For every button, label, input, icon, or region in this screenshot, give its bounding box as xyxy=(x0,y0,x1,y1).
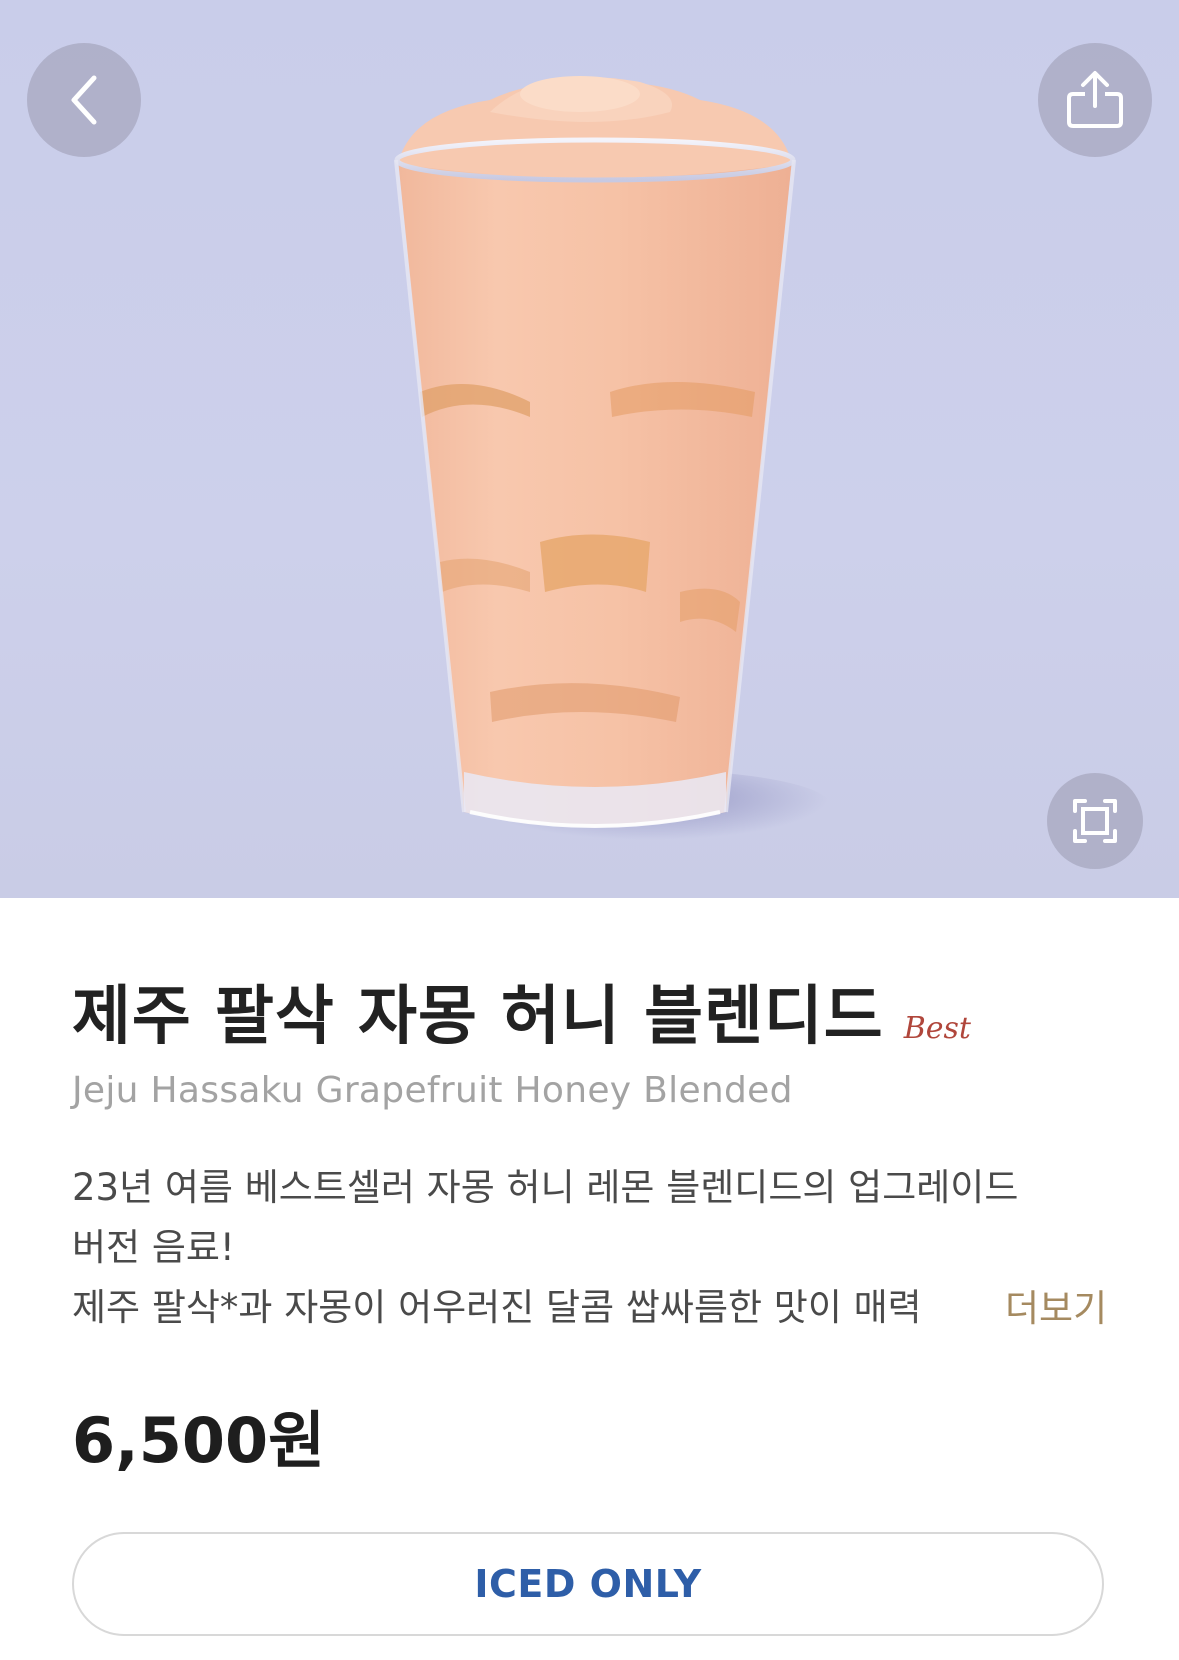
iced-only-option[interactable]: ICED ONLY xyxy=(72,1532,1104,1636)
share-button[interactable] xyxy=(1038,43,1152,157)
product-description: 23년 여름 베스트셀러 자몽 허니 레몬 블렌디드의 업그레이드 버전 음료!… xyxy=(72,1158,1112,1338)
best-badge: Best xyxy=(903,1011,971,1046)
product-title-row: 제주 팔삭 자몽 허니 블렌디드 Best xyxy=(72,965,971,1057)
drink-image xyxy=(394,76,796,828)
product-name-ko: 제주 팔삭 자몽 허니 블렌디드 xyxy=(72,980,884,1054)
expand-icon xyxy=(1073,799,1117,843)
product-price: 6,500원 xyxy=(72,1404,326,1477)
description-line: 23년 여름 베스트셀러 자몽 허니 레몬 블렌디드의 업그레이드 xyxy=(72,1166,1019,1209)
description-line: 제주 팔삭*과 자몽이 어우러진 달콤 쌉싸름한 맛이 매력 xyxy=(72,1278,972,1338)
more-link[interactable]: 더보기 xyxy=(1005,1278,1107,1332)
description-line: 버전 음료! xyxy=(72,1226,235,1269)
share-icon xyxy=(1067,71,1123,128)
back-button[interactable] xyxy=(27,43,141,157)
chevron-left-icon xyxy=(71,75,97,125)
product-name-en: Jeju Hassaku Grapefruit Honey Blended xyxy=(72,1070,793,1111)
expand-image-button[interactable] xyxy=(1047,773,1143,869)
product-image-area xyxy=(0,0,1179,898)
